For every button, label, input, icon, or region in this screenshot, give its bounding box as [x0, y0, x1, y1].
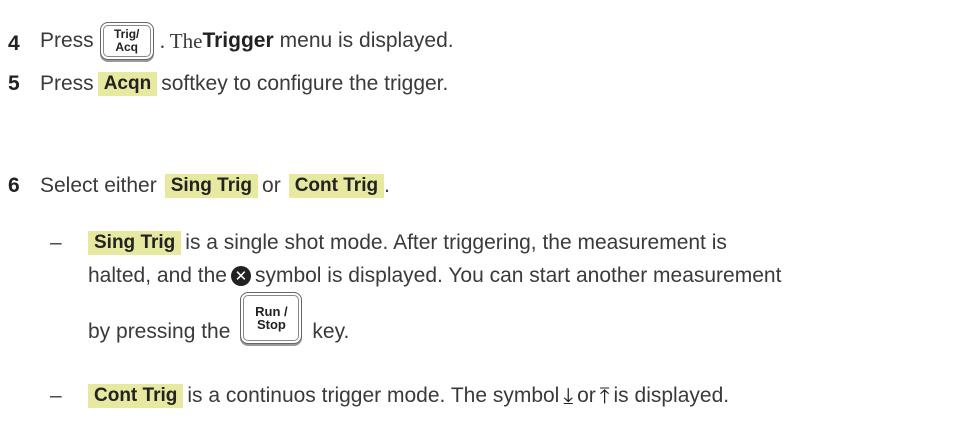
symbol-displayed-text: symbol is displayed. You can start anoth…: [254, 264, 782, 287]
rising-edge-icon: ⤒: [599, 383, 610, 408]
is-displayed-text: is displayed.: [613, 384, 730, 407]
key-text: key.: [312, 320, 350, 343]
sing-trig-softkey[interactable]: Sing Trig: [88, 231, 182, 255]
bullet-2-text: Cont Trig is a continuos trigger mode. T…: [88, 383, 729, 409]
cont-trig-softkey[interactable]: Cont Trig: [288, 174, 385, 198]
key-label-line2: Acq: [115, 40, 139, 54]
key-label-line2: Stop: [256, 317, 286, 332]
trigger-menu-name: Trigger: [202, 29, 274, 52]
bullet-dash: –: [50, 231, 62, 254]
acqn-softkey[interactable]: Acqn: [97, 72, 158, 96]
bullet-1-line-3-text: by pressing the Run / Stop key.: [88, 292, 349, 344]
step-4-text: Press Trig/ Acq . The Trigger menu is di…: [40, 22, 454, 60]
step-number: 6: [8, 174, 20, 197]
falling-edge-icon: ⤓: [563, 383, 574, 408]
step-number: 5: [8, 72, 20, 95]
text-the: . The: [159, 28, 203, 53]
step-5-text: Press Acqn softkey to configure the trig…: [40, 72, 448, 96]
x-circle-icon: ✕: [230, 266, 251, 286]
single-shot-text: is a single shot mode. After triggering,…: [185, 231, 727, 254]
halted-text: halted, and the: [88, 264, 227, 287]
select-either-text: Select either: [40, 174, 157, 197]
bullet-1-line-1: Sing Trig is a single shot mode. After t…: [88, 231, 727, 255]
step-number: 4: [8, 32, 20, 55]
or-text: or: [262, 174, 281, 197]
press-label: Press: [40, 72, 94, 95]
trig-acq-key[interactable]: Trig/ Acq: [99, 22, 154, 60]
continuous-mode-text: is a continuos trigger mode. The symbol: [187, 384, 560, 407]
bullet-1-line-2-text: halted, and the ✕ symbol is displayed. Y…: [88, 264, 781, 288]
period: .: [384, 174, 390, 197]
menu-displayed-text: menu is displayed.: [279, 29, 454, 52]
run-stop-key[interactable]: Run / Stop: [240, 292, 303, 344]
or-text: or: [577, 384, 596, 407]
by-pressing-text: by pressing the: [88, 320, 231, 343]
press-label: Press: [40, 29, 94, 52]
cont-trig-softkey[interactable]: Cont Trig: [88, 384, 184, 408]
softkey-text: softkey to configure the trigger.: [161, 72, 449, 95]
bullet-dash: –: [50, 384, 62, 407]
step-6-text: Select either Sing Trig or Cont Trig .: [40, 174, 390, 198]
sing-trig-softkey[interactable]: Sing Trig: [164, 174, 259, 198]
